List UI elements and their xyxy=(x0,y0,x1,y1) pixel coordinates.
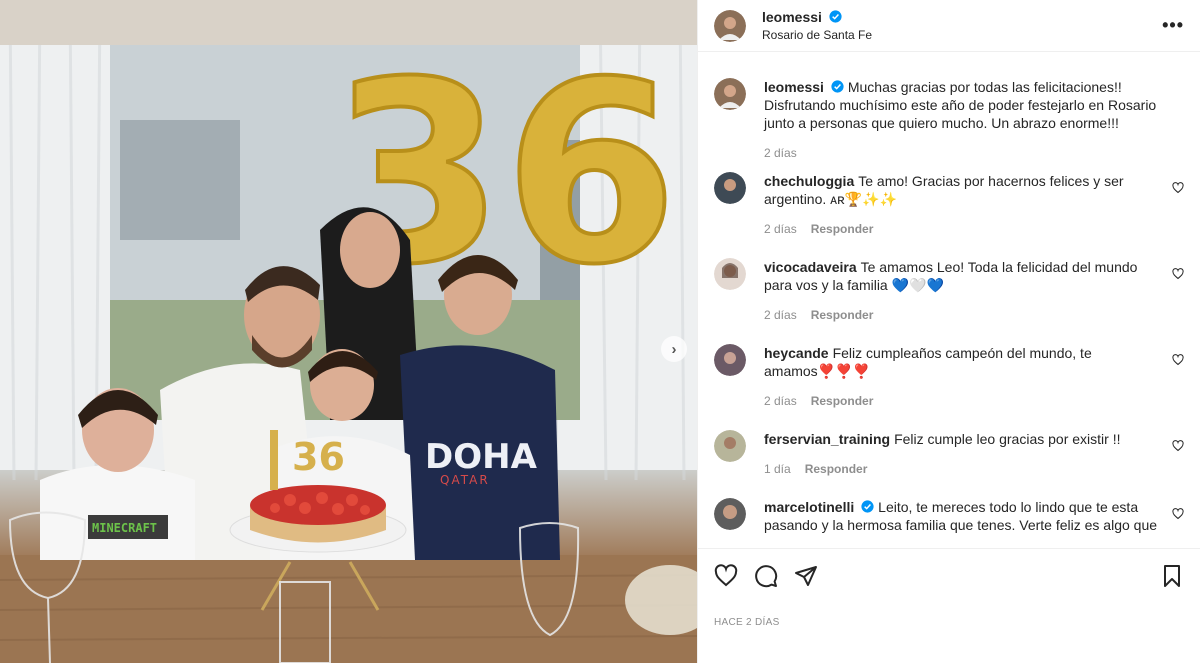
comment-item: ferservian_training Feliz cumple leo grac… xyxy=(714,430,1184,498)
avatar[interactable] xyxy=(714,498,746,530)
post-photo[interactable]: 36 DOHA QATAR MINECRAFT 36 › xyxy=(0,0,697,663)
comment-time: 2 días xyxy=(764,308,797,322)
post-username[interactable]: leomessi xyxy=(762,9,822,25)
cake-topper-36: 36 xyxy=(292,435,345,479)
reply-button[interactable]: Responder xyxy=(805,462,868,476)
instagram-post: 36 DOHA QATAR MINECRAFT 36 › leomessi Ro… xyxy=(0,0,1200,663)
shirt-qatar: QATAR xyxy=(440,473,490,487)
comment-username[interactable]: marcelotinelli xyxy=(764,499,854,515)
bookmark-icon[interactable] xyxy=(1160,564,1184,588)
post-date: HACE 2 DÍAS xyxy=(714,617,780,628)
avatar[interactable] xyxy=(714,9,746,42)
comment-username[interactable]: ferservian_training xyxy=(764,431,890,447)
heart-icon[interactable] xyxy=(1172,508,1184,520)
verified-badge-icon xyxy=(831,80,844,93)
avatar[interactable] xyxy=(714,172,746,204)
avatar[interactable] xyxy=(714,78,746,110)
post-header: leomessi Rosario de Santa Fe ••• xyxy=(698,0,1200,52)
reply-button[interactable]: Responder xyxy=(811,394,874,408)
heart-icon[interactable] xyxy=(1172,354,1184,366)
comment-username[interactable]: heycande xyxy=(764,345,829,361)
comment-icon[interactable] xyxy=(754,564,778,588)
photo-illustration: 36 DOHA QATAR MINECRAFT 36 xyxy=(0,0,697,663)
comment-item: marcelotinelli Leito, te mereces todo lo… xyxy=(714,498,1184,548)
comment-item: heycande Feliz cumpleaños campeón del mun… xyxy=(714,344,1184,430)
comment-time: 2 días xyxy=(764,394,797,408)
heart-icon[interactable] xyxy=(1172,268,1184,280)
comment-time: 2 días xyxy=(764,222,797,236)
action-bar xyxy=(698,548,1200,603)
caption-username[interactable]: leomessi xyxy=(764,79,824,95)
reply-button[interactable]: Responder xyxy=(811,222,874,236)
comment-text: Feliz cumple leo gracias por existir !! xyxy=(894,431,1121,447)
comment-item: vicocadaveira Te amamos Leo! Toda la feli… xyxy=(714,258,1184,344)
next-arrow-icon: › xyxy=(671,340,677,358)
shirt-minecraft: MINECRAFT xyxy=(92,521,157,535)
avatar[interactable] xyxy=(714,430,746,462)
reply-button[interactable]: Responder xyxy=(811,308,874,322)
comment-time: 1 día xyxy=(764,462,791,476)
post-sidebar: leomessi Rosario de Santa Fe ••• leomess… xyxy=(697,0,1200,663)
avatar[interactable] xyxy=(714,258,746,290)
share-icon[interactable] xyxy=(794,564,818,588)
post-location[interactable]: Rosario de Santa Fe xyxy=(762,26,872,44)
shirt-doha: DOHA xyxy=(425,437,538,477)
heart-icon[interactable] xyxy=(1172,182,1184,194)
comment-username[interactable]: vicocadaveira xyxy=(764,259,857,275)
verified-badge-icon xyxy=(829,9,842,23)
heart-icon[interactable] xyxy=(1172,440,1184,452)
caption-time: 2 días xyxy=(764,146,797,160)
avatar[interactable] xyxy=(714,344,746,376)
comment-item: chechuloggia Te amo! Gracias por hacernos… xyxy=(714,172,1184,258)
comment-username[interactable]: chechuloggia xyxy=(764,173,854,189)
next-photo-button[interactable]: › xyxy=(661,336,687,362)
verified-badge-icon xyxy=(861,500,874,513)
caption: leomessi Muchas gracias por todas las fe… xyxy=(714,78,1184,172)
heart-icon[interactable] xyxy=(714,564,738,588)
more-options-icon[interactable]: ••• xyxy=(1162,15,1184,36)
comments-list[interactable]: leomessi Muchas gracias por todas las fe… xyxy=(698,52,1200,548)
